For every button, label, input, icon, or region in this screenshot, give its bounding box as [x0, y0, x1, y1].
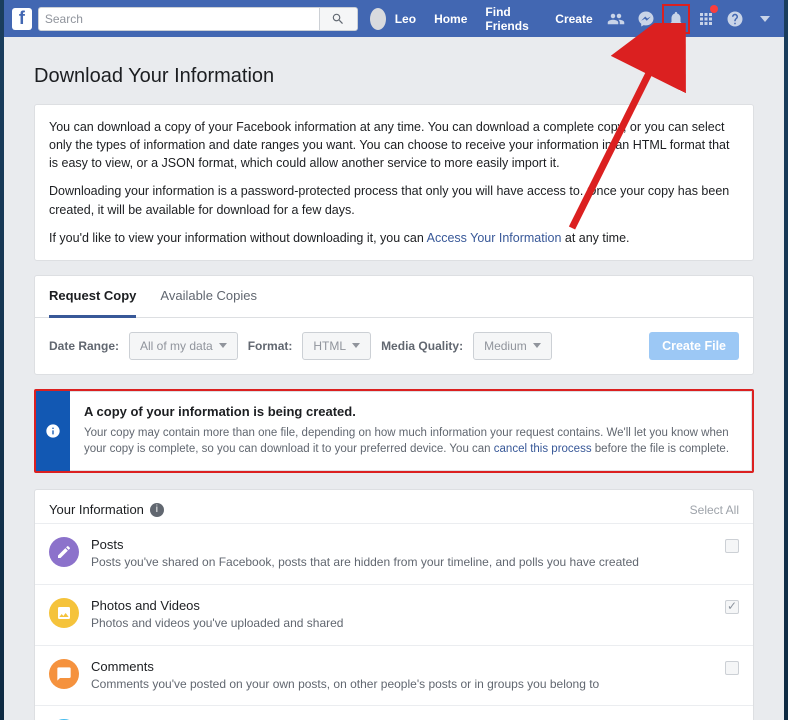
nav-create[interactable]: Create	[546, 12, 601, 26]
intro-paragraph-3: If you'd like to view your information w…	[49, 229, 739, 247]
your-info-item[interactable]: Posts Posts you've shared on Facebook, po…	[35, 523, 753, 584]
photo-icon	[49, 598, 79, 628]
options-row: Date Range: All of my data Format: HTML …	[35, 318, 753, 374]
item-title: Posts	[91, 537, 717, 552]
media-quality-label: Media Quality:	[381, 339, 463, 353]
tabs: Request Copy Available Copies	[35, 276, 753, 318]
notifications-icon[interactable]	[665, 7, 687, 31]
search-button[interactable]	[319, 8, 357, 30]
people-icon	[607, 10, 625, 28]
desktop-edge-left	[0, 0, 4, 720]
format-select[interactable]: HTML	[302, 332, 371, 360]
account-menu-caret[interactable]	[760, 16, 770, 22]
intro-paragraph-1: You can download a copy of your Facebook…	[49, 118, 739, 172]
facebook-topbar: f Leo Home Find Friends Create	[4, 0, 784, 37]
your-info-item[interactable]: Likes and ReactionsPosts, comments and P…	[35, 705, 753, 720]
nav-home[interactable]: Home	[425, 12, 476, 26]
item-checkbox[interactable]	[725, 600, 739, 614]
tab-request-copy[interactable]: Request Copy	[49, 276, 136, 318]
chevron-down-icon	[352, 343, 360, 348]
search-input[interactable]	[39, 12, 319, 26]
search-container	[38, 7, 358, 31]
pencil-icon	[49, 537, 79, 567]
messenger-bubble-icon	[637, 10, 655, 28]
date-range-select[interactable]: All of my data	[129, 332, 238, 360]
facebook-logo[interactable]: f	[12, 8, 32, 30]
creating-copy-notice: A copy of your information is being crea…	[34, 389, 754, 473]
item-title: Comments	[91, 659, 717, 674]
tab-available-copies[interactable]: Available Copies	[160, 276, 257, 317]
quick-help-icon[interactable]	[695, 7, 717, 31]
notification-badge	[710, 5, 718, 13]
bell-icon	[667, 10, 685, 28]
date-range-label: Date Range:	[49, 339, 119, 353]
avatar[interactable]	[370, 8, 386, 30]
help-icon[interactable]	[724, 7, 746, 31]
page-title: Download Your Information	[34, 65, 754, 88]
notice-text: Your copy may contain more than one file…	[84, 425, 737, 458]
item-checkbox[interactable]	[725, 661, 739, 675]
media-quality-select[interactable]: Medium	[473, 332, 552, 360]
page-content[interactable]: Download Your Information You can downlo…	[4, 37, 784, 720]
nav-find-friends[interactable]: Find Friends	[476, 5, 546, 33]
your-information-card: Your Information i Select All PostsPosts…	[34, 489, 754, 720]
your-info-item[interactable]: Photos and Videos Photos and videos you'v…	[35, 584, 753, 645]
item-desc: Photos and videos you've uploaded and sh…	[91, 615, 717, 632]
item-title: Photos and Videos	[91, 598, 717, 613]
intro-card: You can download a copy of your Facebook…	[34, 104, 754, 261]
item-desc: Posts you've shared on Facebook, posts t…	[91, 554, 717, 571]
notice-rail	[36, 391, 70, 471]
desktop-edge-right	[784, 0, 788, 720]
chevron-down-icon	[219, 343, 227, 348]
comment-icon	[49, 659, 79, 689]
search-icon	[331, 12, 345, 26]
format-label: Format:	[248, 339, 293, 353]
info-tooltip-icon[interactable]: i	[150, 503, 164, 517]
question-icon	[726, 10, 744, 28]
request-card: Request Copy Available Copies Date Range…	[34, 275, 754, 375]
item-checkbox[interactable]	[725, 539, 739, 553]
cancel-process-link[interactable]: cancel this process	[494, 443, 592, 455]
your-information-header: Your Information i Select All	[35, 490, 753, 523]
notice-title: A copy of your information is being crea…	[84, 404, 737, 419]
friend-requests-icon[interactable]	[606, 7, 628, 31]
intro-paragraph-2: Downloading your information is a passwo…	[49, 182, 739, 218]
access-your-information-link[interactable]: Access Your Information	[427, 231, 562, 245]
your-information-list: Posts Posts you've shared on Facebook, po…	[35, 523, 753, 720]
your-info-item[interactable]: Comments Comments you've posted on your o…	[35, 645, 753, 706]
your-information-title: Your Information	[49, 502, 144, 517]
browser-viewport: f Leo Home Find Friends Create	[4, 0, 784, 720]
notice-body: A copy of your information is being crea…	[70, 391, 752, 471]
nav-profile[interactable]: Leo	[386, 12, 425, 26]
create-file-button[interactable]: Create File	[649, 332, 739, 360]
messenger-icon[interactable]	[635, 7, 657, 31]
select-all-link[interactable]: Select All	[690, 503, 739, 517]
info-icon	[45, 423, 61, 439]
item-desc: Comments you've posted on your own posts…	[91, 676, 717, 693]
chevron-down-icon	[533, 343, 541, 348]
